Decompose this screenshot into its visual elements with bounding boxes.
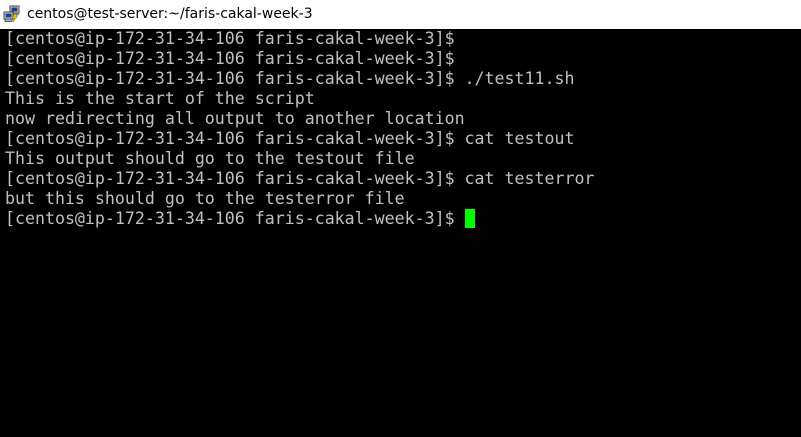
terminal-line: now redirecting all output to another lo… — [5, 109, 465, 128]
terminal-line: [centos@ip-172-31-34-106 faris-cakal-wee… — [5, 129, 575, 148]
putty-window: centos@test-server:~/faris-cakal-week-3 … — [0, 0, 801, 437]
terminal-line: [centos@ip-172-31-34-106 faris-cakal-wee… — [5, 49, 455, 68]
terminal-line: This is the start of the script — [5, 89, 315, 108]
terminal-output: [centos@ip-172-31-34-106 faris-cakal-wee… — [5, 29, 594, 229]
terminal-line: [centos@ip-172-31-34-106 faris-cakal-wee… — [5, 69, 575, 88]
terminal-cursor — [464, 209, 475, 228]
terminal-line: [centos@ip-172-31-34-106 faris-cakal-wee… — [5, 29, 455, 48]
title-bar[interactable]: centos@test-server:~/faris-cakal-week-3 — [0, 0, 801, 29]
terminal-line: This output should go to the testout fil… — [5, 149, 415, 168]
terminal-line: [centos@ip-172-31-34-106 faris-cakal-wee… — [5, 169, 595, 188]
terminal-line: but this should go to the testerror file — [5, 189, 405, 208]
terminal-screen[interactable]: [centos@ip-172-31-34-106 faris-cakal-wee… — [0, 29, 801, 437]
terminal-prompt-line[interactable]: [centos@ip-172-31-34-106 faris-cakal-wee… — [5, 209, 594, 229]
window-title: centos@test-server:~/faris-cakal-week-3 — [27, 6, 313, 22]
putty-icon[interactable] — [3, 5, 21, 23]
terminal-prompt: [centos@ip-172-31-34-106 faris-cakal-wee… — [5, 209, 465, 228]
